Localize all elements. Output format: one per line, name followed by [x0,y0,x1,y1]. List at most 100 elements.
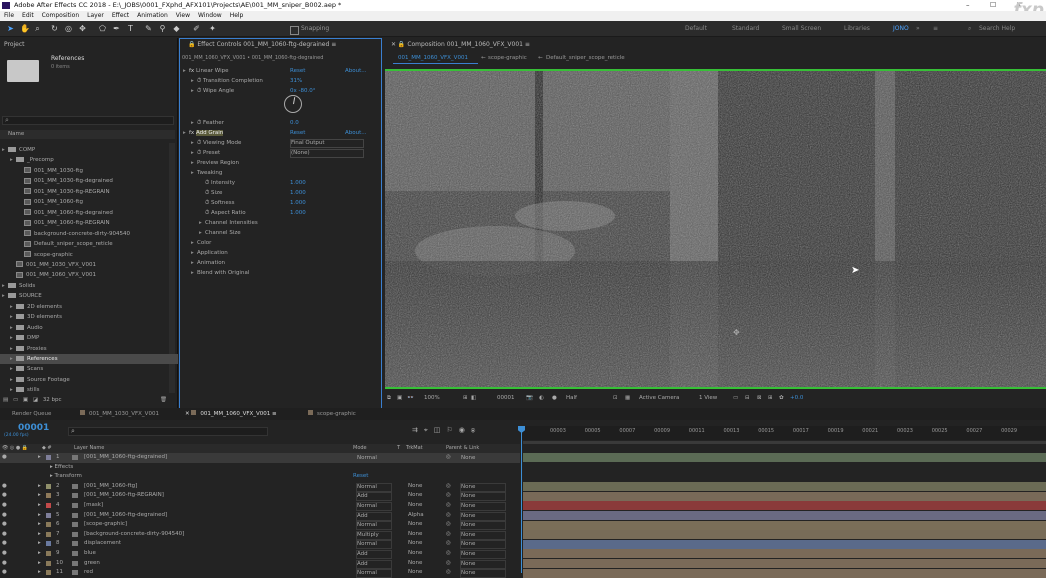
visibility-eye-icon[interactable]: ● [2,491,7,501]
layer-duration-bar[interactable] [523,530,1046,540]
expand-triangle-icon[interactable]: ▸ [38,559,41,569]
workspace-default[interactable]: Default [685,25,707,32]
effect-property[interactable]: ▸ ⏱ Viewing Mode Final Output [180,138,391,148]
fx-toggle-icon[interactable]: fx [189,68,196,74]
timeline-layer-row[interactable]: ● ▸ 7 [background-concrete-dirty-904540] Mul… [0,530,520,540]
new-folder-icon[interactable]: ▭ [13,397,18,403]
col-parent[interactable]: Parent & Link [446,444,479,453]
parent-pickwhip-icon[interactable]: ◎ [446,520,451,530]
parent-pickwhip-icon[interactable]: ◎ [446,453,451,463]
timeline-layer-row[interactable]: ● ▸ 5 [001_MM_1060-ftg-degrained] Add Alpha ◎ N… [0,511,520,521]
effect-value[interactable]: (None) [290,149,364,158]
layer-duration-bar[interactable] [523,510,1046,520]
roto-brush-tool-icon[interactable]: ✐ [192,24,201,33]
effect-property[interactable]: ▸ Blend with Original [180,268,391,278]
label-color-swatch[interactable] [46,560,51,566]
show-channel-icon[interactable]: ◐ [539,392,544,404]
effect-property[interactable]: ▸ ⏱ Transition Completion 31% [180,76,391,86]
menu-view[interactable]: View [176,12,190,19]
project-item[interactable]: ▸ Audio [0,323,178,333]
project-item[interactable]: ▸ DMP [0,333,178,343]
layer-duration-bar[interactable] [523,520,1046,530]
timeline-layer-row[interactable]: ● ▸ 9 blue Add None ◎ None [0,549,520,559]
color-management-icon[interactable]: ● [552,392,557,404]
zoom-dropdown[interactable]: 100% [424,392,440,404]
timeline-ruler[interactable]: 00003 00005 00007 00009 00011 00013 00015 00017… [520,426,1046,440]
timeline-timecode[interactable]: 00001 [18,423,49,433]
project-col-name[interactable]: Name [8,131,24,137]
project-item[interactable]: 001_MM_1060-ftg-degrained [0,208,186,218]
label-color-swatch[interactable] [46,531,51,537]
effect-reset-link[interactable]: Reset [290,128,305,138]
layer-duration-bar[interactable] [523,539,1046,549]
expand-triangle-icon[interactable]: ▸ [38,539,41,549]
layer-name[interactable]: [001_MM_1060-ftg-REGRAIN] [84,491,164,501]
menu-edit[interactable]: Edit [22,12,34,19]
maximize-icon[interactable]: ☐ [990,0,996,11]
tab-comp-1030[interactable]: 001_MM_1030_VFX_V001 [80,408,159,420]
label-color-swatch[interactable] [46,522,51,528]
expand-triangle-icon[interactable]: ▸ [38,520,41,530]
layer-name[interactable]: green [84,559,100,569]
camera-tool-icon[interactable]: ◎ [64,24,73,33]
label-color-swatch[interactable] [46,483,51,489]
exposure-value[interactable]: +0.0 [790,392,803,404]
interpret-footage-icon[interactable]: ▤ [3,397,8,403]
effect-value[interactable]: Final Output [290,139,364,148]
puppet-pin-tool-icon[interactable]: ✦ [208,24,217,33]
visibility-eye-icon[interactable]: ● [2,549,7,559]
minimize-icon[interactable]: – [966,0,970,11]
layer-duration-bar[interactable] [523,558,1046,568]
layer-parent-dropdown[interactable]: None [460,569,506,578]
project-item[interactable]: 001_MM_1060-ftg-REGRAIN [0,218,186,228]
effect-header[interactable]: ▸ fx Add Grain Reset About... [180,128,383,138]
visibility-eye-icon[interactable]: ● [2,530,7,540]
clone-stamp-tool-icon[interactable]: ⚲ [158,24,167,33]
expand-triangle-icon[interactable]: ▸ [38,511,41,521]
workspace-jono[interactable]: JONO [893,25,909,32]
zoom-tool-icon[interactable]: ⌕ [33,24,42,33]
visibility-eye-icon[interactable]: ● [2,520,7,530]
parent-pickwhip-icon[interactable]: ◎ [446,530,451,540]
project-item[interactable]: ▸ SOURCE [0,291,170,301]
text-tool-icon[interactable]: T [126,24,135,33]
camera-view-dropdown[interactable]: Active Camera [639,392,679,404]
layer-trkmat-dropdown[interactable]: None [408,530,438,540]
project-tab[interactable]: Project [4,40,25,50]
snapshot-icon[interactable]: 📷 [526,392,533,404]
effect-property[interactable]: ▸ Application [180,248,391,258]
effect-property[interactable]: ⏱ Softness 1.000 [180,198,399,208]
visibility-eye-icon[interactable]: ● [2,511,7,521]
project-item[interactable]: ▸ References [0,354,178,364]
always-preview-icon[interactable]: ⧉ [387,392,391,404]
project-item[interactable]: ▸ 3D elements [0,312,178,322]
expand-triangle-icon[interactable]: ▸ [38,453,41,463]
composition-tab[interactable]: ✕ 🔒 Composition 001_MM_1060_VFX_V001 ≡ [391,40,530,50]
layer-trkmat-dropdown[interactable]: None [408,501,438,511]
project-item[interactable]: 001_MM_1030-ftg-degrained [0,176,186,186]
project-item[interactable]: 001_MM_1060_VFX_V001 [0,270,178,280]
lock-view-icon[interactable]: ⊠ [757,392,762,404]
project-item[interactable]: 001_MM_1030-ftg-REGRAIN [0,187,186,197]
brush-tool-icon[interactable]: ✎ [144,24,153,33]
timeline-layer-row[interactable]: ● ▸ 6 [scope-graphic] Normal None ◎ None [0,520,520,531]
lock-icon[interactable]: ✕ 🔒 [391,41,407,48]
effect-property[interactable]: ▸ ⏱ Feather 0.0 [180,118,391,128]
timeline-layer-row[interactable]: ● ▸ 8 displacement Normal None ◎ None [0,539,520,550]
expand-triangle-icon[interactable]: ▸ [38,501,41,511]
shape-tool-icon[interactable]: ⬠ [98,24,107,33]
label-color-swatch[interactable] [46,541,51,547]
effect-value[interactable]: 0.0 [290,118,299,128]
menu-help[interactable]: Help [230,12,244,19]
menu-composition[interactable]: Composition [42,12,79,19]
parent-pickwhip-icon[interactable]: ◎ [446,501,451,511]
project-item[interactable]: 001_MM_1030-ftg [0,166,186,176]
project-item[interactable]: Default_sniper_scope_reticle [0,239,186,249]
reset-exposure-icon[interactable]: ✿ [779,392,784,404]
toggle-transparency-icon[interactable]: ▦ [625,392,630,404]
timeline-layer-row[interactable]: ● ▸ 10 green Add None ◎ None [0,559,520,569]
layer-trkmat-dropdown[interactable]: None [408,482,438,492]
effect-value[interactable]: 1.000 [290,208,306,218]
color-settings-icon[interactable]: ◪ [33,397,38,403]
layer-trkmat-dropdown[interactable]: Alpha [408,511,438,521]
